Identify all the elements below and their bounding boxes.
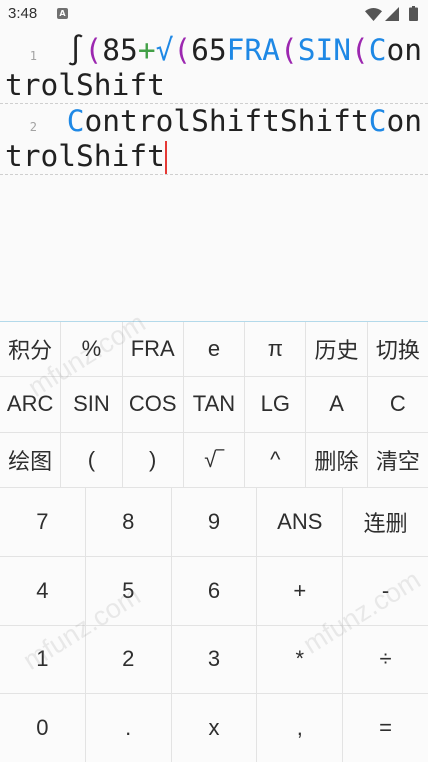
digit-2-key[interactable]: 2 xyxy=(85,625,171,694)
integral-key[interactable]: 积分 xyxy=(0,322,61,377)
decimal-point-key[interactable]: . xyxy=(85,694,171,762)
close-paren-key[interactable]: ) xyxy=(122,432,183,487)
line-number: 1 xyxy=(29,49,37,63)
plot-key[interactable]: 绘图 xyxy=(0,432,61,487)
fraction-key[interactable]: FRA xyxy=(122,322,183,377)
text-cursor xyxy=(164,141,167,174)
editor-line[interactable]: 1 ∫(85+√(65FRA(SIN(ControlShift xyxy=(0,33,428,104)
expression-token: ( xyxy=(173,33,192,67)
pi-key[interactable]: π xyxy=(245,322,306,377)
expression-token: C xyxy=(368,33,387,67)
minus-key[interactable]: - xyxy=(343,556,428,625)
variable-a-key[interactable]: A xyxy=(306,377,367,432)
expression-token: ( xyxy=(351,33,369,67)
digit-1-key[interactable]: 1 xyxy=(0,625,85,694)
expression-token: 85 xyxy=(102,33,138,67)
expression-token: √ xyxy=(155,33,174,67)
editor-line[interactable]: 2 ControlShiftShiftControlShift xyxy=(0,104,428,175)
expression-token: 65 xyxy=(191,33,227,67)
number-keypad: 7 8 9 ANS 连删 4 5 6 + - 1 2 3 * ÷ 0 . x ,… xyxy=(0,488,428,762)
digit-8-key[interactable]: 8 xyxy=(85,488,171,556)
status-bar: 3:48 A xyxy=(0,0,428,28)
continuous-delete-key[interactable]: 连删 xyxy=(343,488,428,556)
expression-token: ontrolShiftShift xyxy=(84,104,369,138)
log-key[interactable]: LG xyxy=(245,377,306,432)
clock: 3:48 xyxy=(8,5,38,22)
battery-icon xyxy=(409,6,418,21)
cos-key[interactable]: COS xyxy=(122,377,183,432)
comma-key[interactable]: , xyxy=(257,694,343,762)
expression-token: FRA xyxy=(226,33,280,67)
expression-token: C xyxy=(66,104,85,138)
arc-key[interactable]: ARC xyxy=(0,377,61,432)
expression-editor[interactable]: 1 ∫(85+√(65FRA(SIN(ControlShift 2 Contro… xyxy=(0,33,428,321)
equals-key[interactable]: = xyxy=(343,694,428,762)
delete-key[interactable]: 删除 xyxy=(306,432,367,487)
digit-7-key[interactable]: 7 xyxy=(0,488,85,556)
notification-icon: A xyxy=(57,8,68,19)
digit-3-key[interactable]: 3 xyxy=(171,625,257,694)
expression-token: ( xyxy=(279,33,298,67)
switch-key[interactable]: 切换 xyxy=(367,322,428,377)
digit-9-key[interactable]: 9 xyxy=(171,488,257,556)
expression-token: SIN xyxy=(297,33,352,67)
expression-token: + xyxy=(137,33,156,67)
plus-key[interactable]: + xyxy=(257,556,343,625)
tan-key[interactable]: TAN xyxy=(183,377,245,432)
digit-4-key[interactable]: 4 xyxy=(0,556,85,625)
cellular-signal-icon xyxy=(385,7,399,21)
expression-token: ∫ xyxy=(66,33,85,67)
history-key[interactable]: 历史 xyxy=(306,322,367,377)
wifi-icon xyxy=(365,8,382,21)
ans-key[interactable]: ANS xyxy=(257,488,343,556)
power-key[interactable]: ^ xyxy=(245,432,306,487)
sin-key[interactable]: SIN xyxy=(61,377,122,432)
digit-5-key[interactable]: 5 xyxy=(85,556,171,625)
expression-token: C xyxy=(368,104,387,138)
keypad: 积分 % FRA e π 历史 切换 ARC SIN COS TAN LG A … xyxy=(0,321,428,762)
digit-0-key[interactable]: 0 xyxy=(0,694,85,762)
percent-key[interactable]: % xyxy=(61,322,122,377)
digit-6-key[interactable]: 6 xyxy=(171,556,257,625)
variable-x-key[interactable]: x xyxy=(171,694,257,762)
expression-token: ( xyxy=(84,33,103,67)
line-number: 2 xyxy=(29,120,37,134)
sqrt-key[interactable]: √‾ xyxy=(183,432,245,487)
clear-key[interactable]: 清空 xyxy=(367,432,428,487)
euler-key[interactable]: e xyxy=(183,322,245,377)
function-keypad: 积分 % FRA e π 历史 切换 ARC SIN COS TAN LG A … xyxy=(0,322,428,487)
combination-key[interactable]: C xyxy=(367,377,428,432)
open-paren-key[interactable]: ( xyxy=(61,432,122,487)
multiply-key[interactable]: * xyxy=(257,625,343,694)
divide-key[interactable]: ÷ xyxy=(343,625,428,694)
